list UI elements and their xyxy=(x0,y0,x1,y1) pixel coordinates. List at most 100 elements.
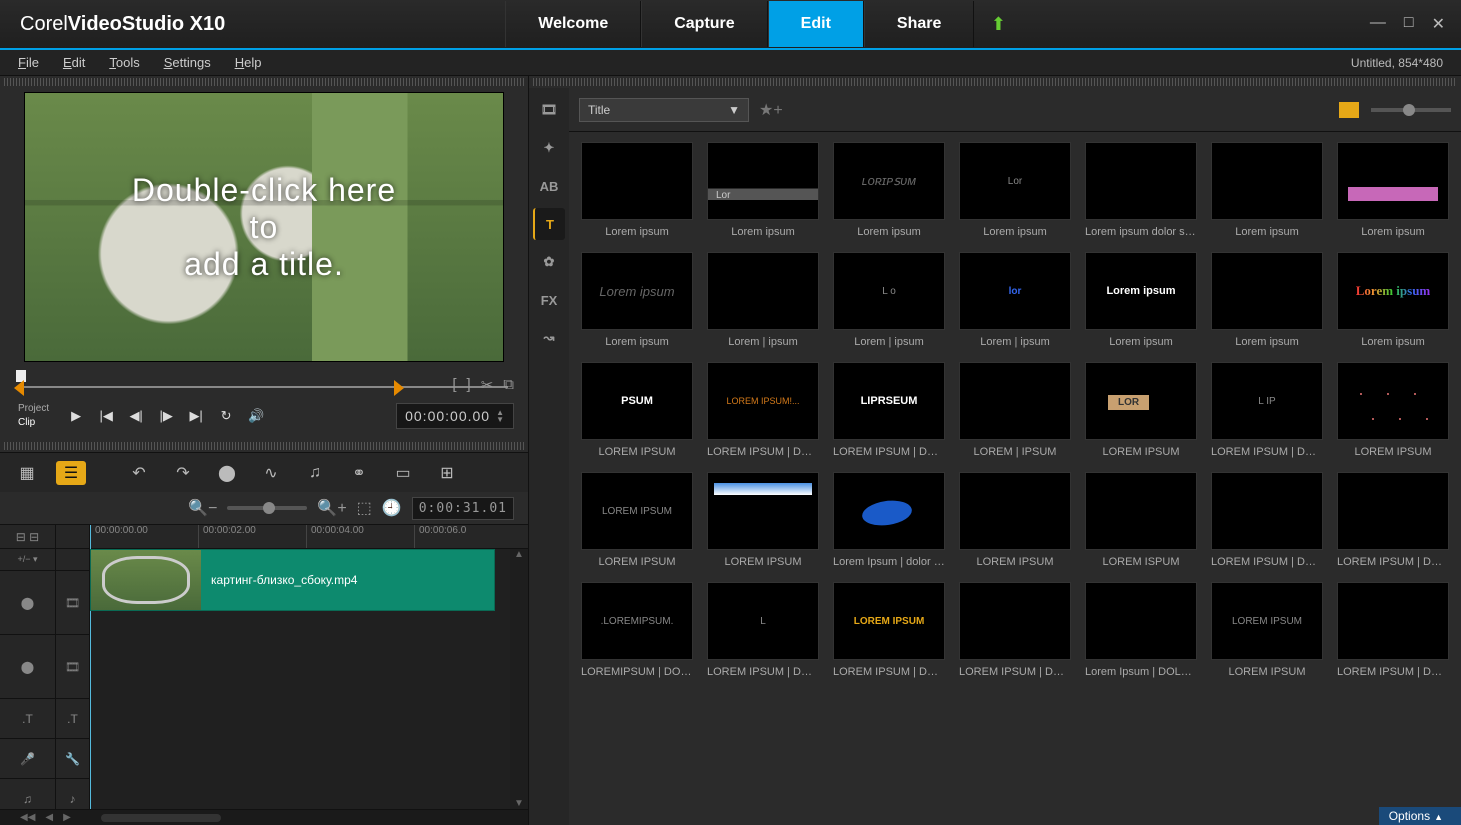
track-header-toggle[interactable]: ⊟ ⊟ xyxy=(0,525,55,549)
title-preset[interactable]: ʟᴏʀɪᴘꜱᴜᴍLorem ipsum xyxy=(831,142,947,238)
title-preset[interactable]: Lorem | ipsum xyxy=(705,252,821,348)
title-preset[interactable]: LOREM IPSUM | DOL... xyxy=(1335,472,1451,568)
prev-frame-icon[interactable]: ◀| xyxy=(123,403,149,429)
track-video-icon[interactable]: 🎞 xyxy=(56,571,89,635)
cat-path-icon[interactable]: ↝ xyxy=(533,322,565,354)
menu-edit[interactable]: Edit xyxy=(63,55,85,70)
track-overlay-header[interactable]: ⬤ xyxy=(0,635,55,699)
track-voice-header[interactable]: 🎤 xyxy=(0,739,55,779)
multi-cam-icon[interactable]: ⊞ xyxy=(432,461,462,485)
step-edit[interactable]: Edit xyxy=(768,1,864,47)
audio-mixer-icon[interactable]: ∿ xyxy=(256,461,286,485)
storyboard-view-icon[interactable]: ▦ xyxy=(12,461,42,485)
panel-grip[interactable] xyxy=(4,78,524,86)
volume-icon[interactable]: 🔊 xyxy=(243,403,269,429)
thumb-size-slider[interactable] xyxy=(1371,108,1451,112)
title-preset[interactable]: Lorem ipsum xyxy=(1209,142,1325,238)
title-preset[interactable]: LOREM IPSUM xyxy=(705,472,821,568)
title-placeholder[interactable]: Double-click here to add a title. xyxy=(25,93,503,361)
timeline-ruler[interactable]: 00:00:00.00 00:00:02.00 00:00:04.00 00:0… xyxy=(90,525,528,549)
title-preset[interactable]: L IPLOREM IPSUM | DOL... xyxy=(1209,362,1325,458)
undo-icon[interactable]: ↶ xyxy=(124,461,154,485)
title-preset[interactable]: LLOREM IPSUM | DOL... xyxy=(705,582,821,678)
title-preset[interactable]: Lorem ipsumLorem ipsum xyxy=(579,252,695,348)
scroll-up-icon[interactable]: ▲ xyxy=(514,549,524,560)
title-preset[interactable]: LOREM IPSUM | DOL... xyxy=(1209,472,1325,568)
zoom-in-icon[interactable]: 🔍+ xyxy=(317,498,346,518)
step-capture[interactable]: Capture xyxy=(641,1,767,47)
minimize-icon[interactable]: — xyxy=(1370,14,1386,34)
track-voice-icon[interactable]: 🔧 xyxy=(56,739,89,779)
home-icon[interactable]: |◀ xyxy=(93,403,119,429)
scrubber[interactable]: [ ] ✂ ⧉ xyxy=(14,374,514,392)
menu-help[interactable]: Help xyxy=(235,55,262,70)
menu-tools[interactable]: Tools xyxy=(109,55,139,70)
track-manager-icon[interactable]: ▭ xyxy=(388,461,418,485)
record-icon[interactable]: ⬤ xyxy=(212,461,242,485)
title-preset[interactable]: Lorem ipsum xyxy=(579,142,695,238)
title-preset[interactable]: Lorem Ipsum | DOLOR ... xyxy=(1083,582,1199,678)
video-clip[interactable]: картинг-близко_сбоку.mp4 xyxy=(90,549,495,611)
loop-icon[interactable]: ↻ xyxy=(213,403,239,429)
auto-music-icon[interactable]: ♫ xyxy=(300,461,330,485)
title-preset[interactable]: LOREM IPSUM | DOL... xyxy=(1335,582,1451,678)
tc-down-icon[interactable]: ▼ xyxy=(496,416,505,423)
add-remove-tracks[interactable]: +/− ▾ xyxy=(0,549,55,571)
close-icon[interactable]: ✕ xyxy=(1432,14,1445,34)
title-preset[interactable]: LOREM IPSUM!...LOREM IPSUM | DOL... xyxy=(705,362,821,458)
cat-title-icon[interactable]: T xyxy=(533,208,565,240)
maximize-icon[interactable]: □ xyxy=(1404,14,1414,34)
timecode-display[interactable]: 00:00:00.00 ▲▼ xyxy=(396,403,514,429)
title-preset[interactable]: LOREM ISPUM xyxy=(1083,472,1199,568)
split-icon[interactable]: ✂ xyxy=(481,376,494,394)
title-preset[interactable]: L oLorem | ipsum xyxy=(831,252,947,348)
cat-media-icon[interactable]: 🎞 xyxy=(533,94,565,126)
preview-monitor[interactable]: Double-click here to add a title. xyxy=(24,92,504,362)
title-preset[interactable]: lorLorem | ipsum xyxy=(957,252,1073,348)
panel-grip-2[interactable] xyxy=(4,442,524,450)
title-preset[interactable]: LOREM IPSUMLOREM IPSUM | DOL... xyxy=(831,582,947,678)
thumbnail-view-icon[interactable] xyxy=(1339,102,1359,118)
title-preset[interactable]: PSUMLOREM IPSUM xyxy=(579,362,695,458)
cat-graphic-icon[interactable]: ✿ xyxy=(533,246,565,278)
title-preset[interactable]: Lorem ipsum dolor sit a... xyxy=(1083,142,1199,238)
bracket-out-icon[interactable]: ] xyxy=(467,376,471,394)
track-title-header[interactable]: .T xyxy=(0,699,55,739)
upgrade-icon[interactable]: ⬆ xyxy=(986,12,1010,36)
timeline-hscroll[interactable]: ◀◀ ◀ ▶ xyxy=(0,809,528,825)
end-icon[interactable]: ▶| xyxy=(183,403,209,429)
clock-icon[interactable]: 🕘 xyxy=(382,498,402,518)
title-preset[interactable]: Lorem ipsum xyxy=(705,142,821,238)
bracket-in-icon[interactable]: [ xyxy=(452,376,456,394)
title-preset[interactable]: Lorem ipsumLorem ipsum xyxy=(1083,252,1199,348)
play-icon[interactable]: ▶ xyxy=(63,403,89,429)
mark-out-icon[interactable] xyxy=(394,380,404,396)
title-preset[interactable]: Lorem ipsumLorem ipsum xyxy=(1335,252,1451,348)
title-preset[interactable]: Lorem ipsum xyxy=(1335,142,1451,238)
scroll-right-icon[interactable]: ▶ xyxy=(63,812,71,823)
cat-transition-icon[interactable]: AB xyxy=(533,170,565,202)
cat-filter-icon[interactable]: FX xyxy=(533,284,565,316)
mode-clip[interactable]: Clip xyxy=(14,416,53,430)
title-preset[interactable]: LOREM IPSUMLOREM IPSUM xyxy=(579,472,695,568)
mode-project[interactable]: Project xyxy=(14,402,53,416)
scroll-down-icon[interactable]: ▼ xyxy=(514,798,524,809)
panel-grip-3[interactable] xyxy=(533,78,1457,86)
cat-instant-icon[interactable]: ✦ xyxy=(533,132,565,164)
title-preset[interactable]: LOREM IPSUM xyxy=(1083,362,1199,458)
title-preset[interactable]: LOREM IPSUMLOREM IPSUM xyxy=(1209,582,1325,678)
add-favorite-icon[interactable]: ★+ xyxy=(759,100,783,120)
title-preset[interactable]: .LOREMIPSUM.LOREMIPSUM | DOLO... xyxy=(579,582,695,678)
step-welcome[interactable]: Welcome xyxy=(505,1,641,47)
next-frame-icon[interactable]: |▶ xyxy=(153,403,179,429)
multitrim-icon[interactable]: ⚭ xyxy=(344,461,374,485)
menu-settings[interactable]: Settings xyxy=(164,55,211,70)
zoom-slider[interactable] xyxy=(227,506,307,510)
track-title-icon[interactable]: .T xyxy=(56,699,89,739)
title-preset[interactable]: LOREM IPSUM xyxy=(957,472,1073,568)
track-music-icon[interactable]: ♪ xyxy=(56,779,89,809)
title-preset[interactable]: LOREM IPSUM xyxy=(1335,362,1451,458)
track-music-header[interactable]: ♫ xyxy=(0,779,55,809)
menu-file[interactable]: File xyxy=(18,55,39,70)
timeline-view-icon[interactable]: ☰ xyxy=(56,461,86,485)
